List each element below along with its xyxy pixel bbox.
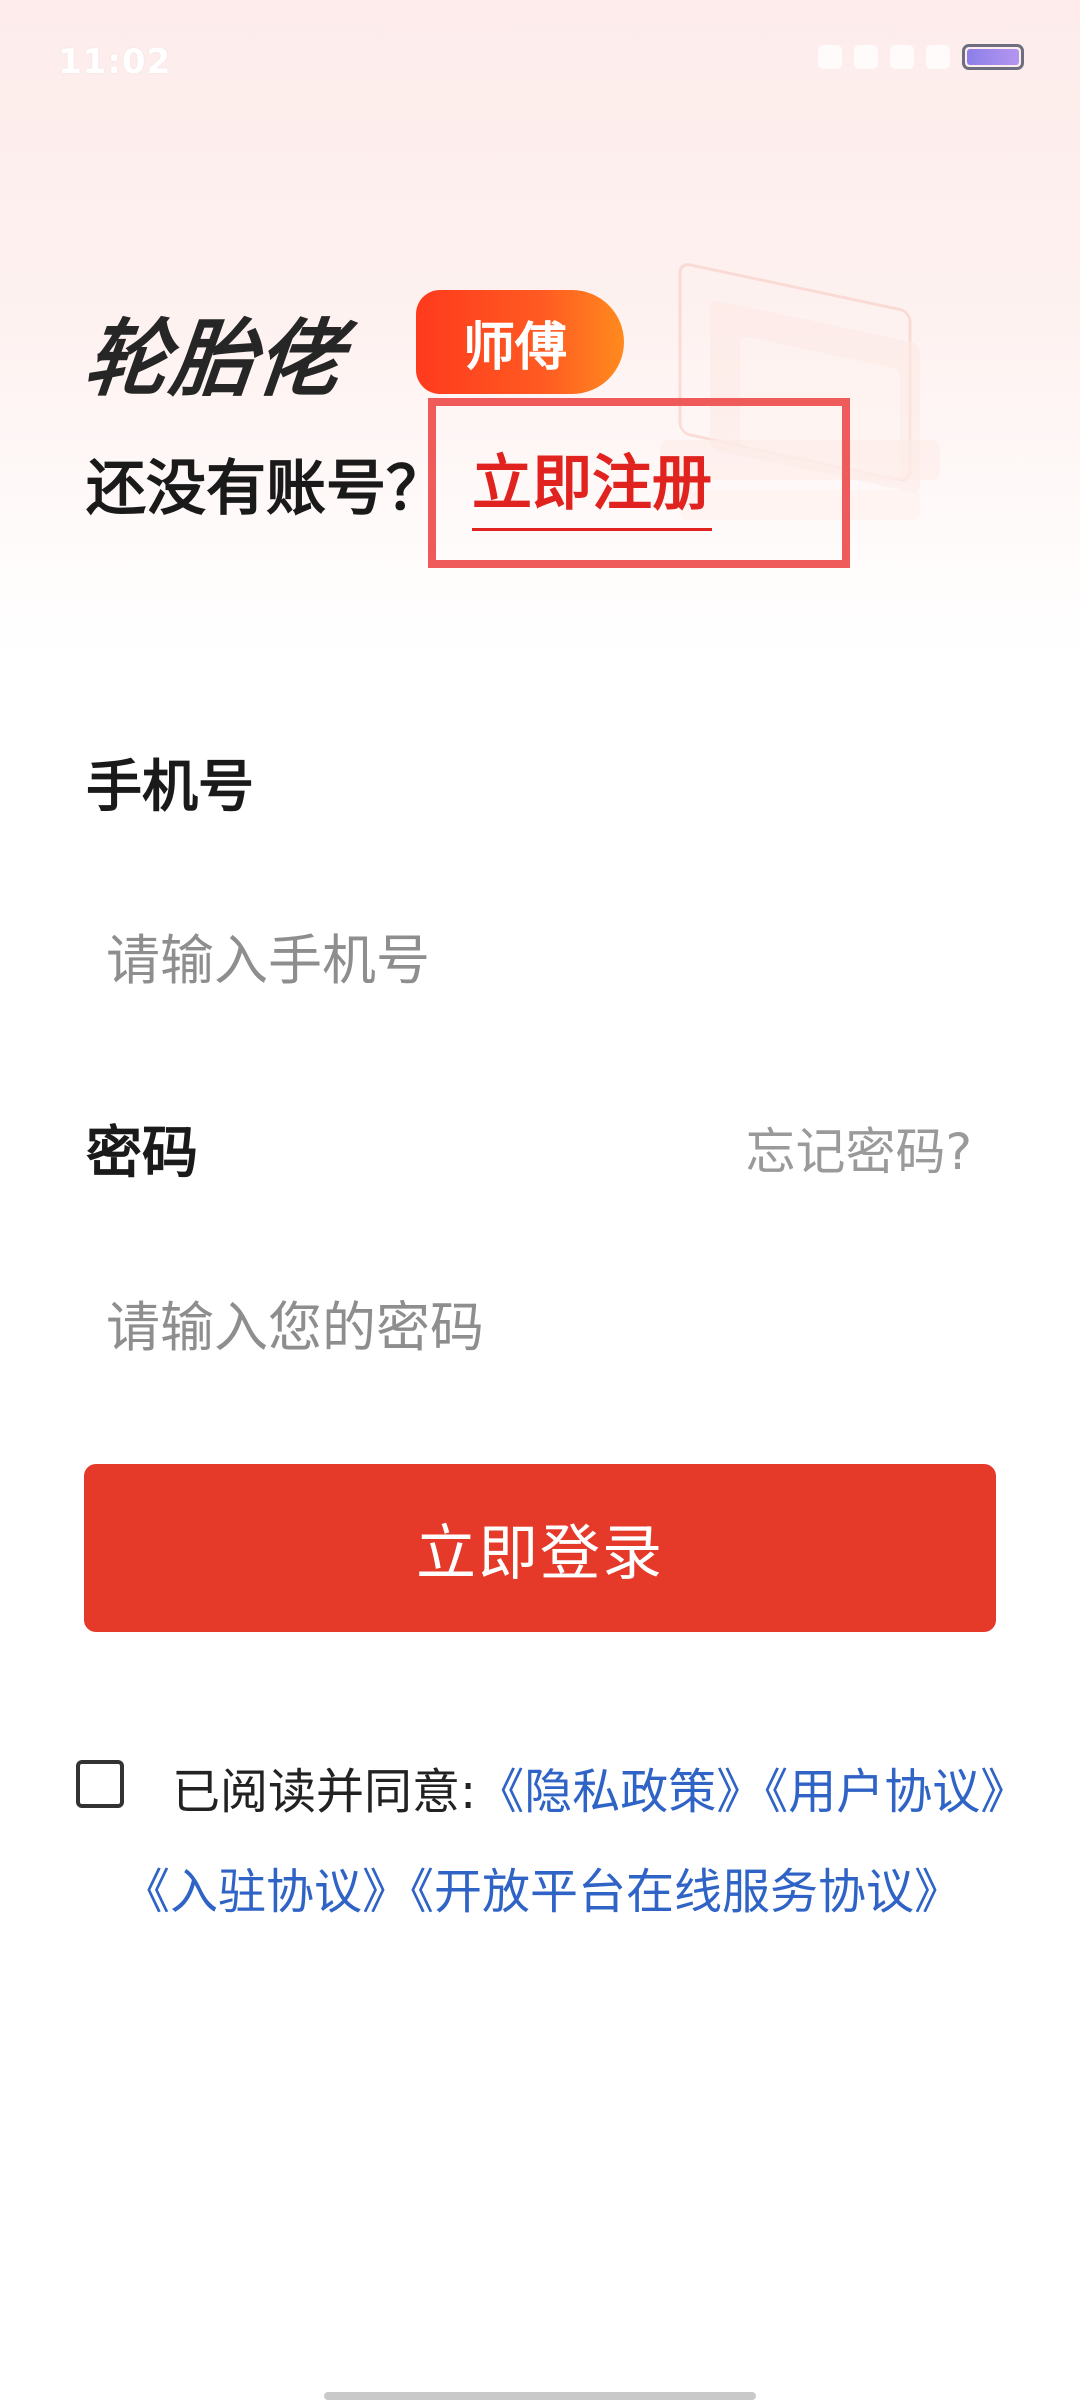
home-indicator[interactable] bbox=[324, 2392, 756, 2400]
signal-icon bbox=[854, 45, 878, 69]
decorative-illustration bbox=[660, 263, 940, 520]
register-prompt-row: 还没有账号？ 立即注册 bbox=[86, 435, 712, 531]
checkbox-icon[interactable] bbox=[76, 1760, 124, 1808]
app-logo: 轮胎佬 bbox=[80, 310, 349, 408]
open-platform-agreement-link[interactable]: 《开放平台在线服务协议》 bbox=[410, 1864, 962, 1920]
agreement-line-1: 已阅读并同意:《隐私政策》《用户协议》 bbox=[172, 1752, 1028, 1822]
phone-input[interactable] bbox=[86, 905, 996, 1015]
password-input[interactable] bbox=[86, 1272, 996, 1382]
photo-icon bbox=[890, 45, 914, 69]
alarm-icon bbox=[818, 45, 842, 69]
user-agreement-link[interactable]: 《用户协议》 bbox=[764, 1764, 1028, 1820]
phone-label: 手机号 bbox=[86, 755, 254, 820]
status-time: 11:02 bbox=[58, 42, 172, 82]
register-link[interactable]: 立即注册 bbox=[472, 435, 712, 531]
role-badge: 师傅 bbox=[416, 290, 624, 394]
status-icons bbox=[818, 44, 1024, 70]
agreement-line-2: 《入驻协议》《开放平台在线服务协议》 bbox=[122, 1852, 962, 1922]
privacy-policy-link[interactable]: 《隐私政策》 bbox=[476, 1764, 764, 1820]
battery-icon bbox=[962, 44, 1024, 70]
password-label: 密码 bbox=[86, 1121, 198, 1186]
forgot-password-link[interactable]: 忘记密码? bbox=[745, 1112, 972, 1184]
wifi-icon bbox=[926, 45, 950, 69]
battery-level bbox=[967, 49, 1019, 65]
login-button[interactable]: 立即登录 bbox=[84, 1464, 996, 1632]
settlement-agreement-link[interactable]: 《入驻协议》 bbox=[122, 1864, 410, 1920]
register-prompt: 还没有账号？ bbox=[86, 453, 446, 524]
status-bar: 11:02 bbox=[0, 0, 1080, 120]
agreement-prefix: 已阅读并同意: bbox=[172, 1764, 477, 1820]
